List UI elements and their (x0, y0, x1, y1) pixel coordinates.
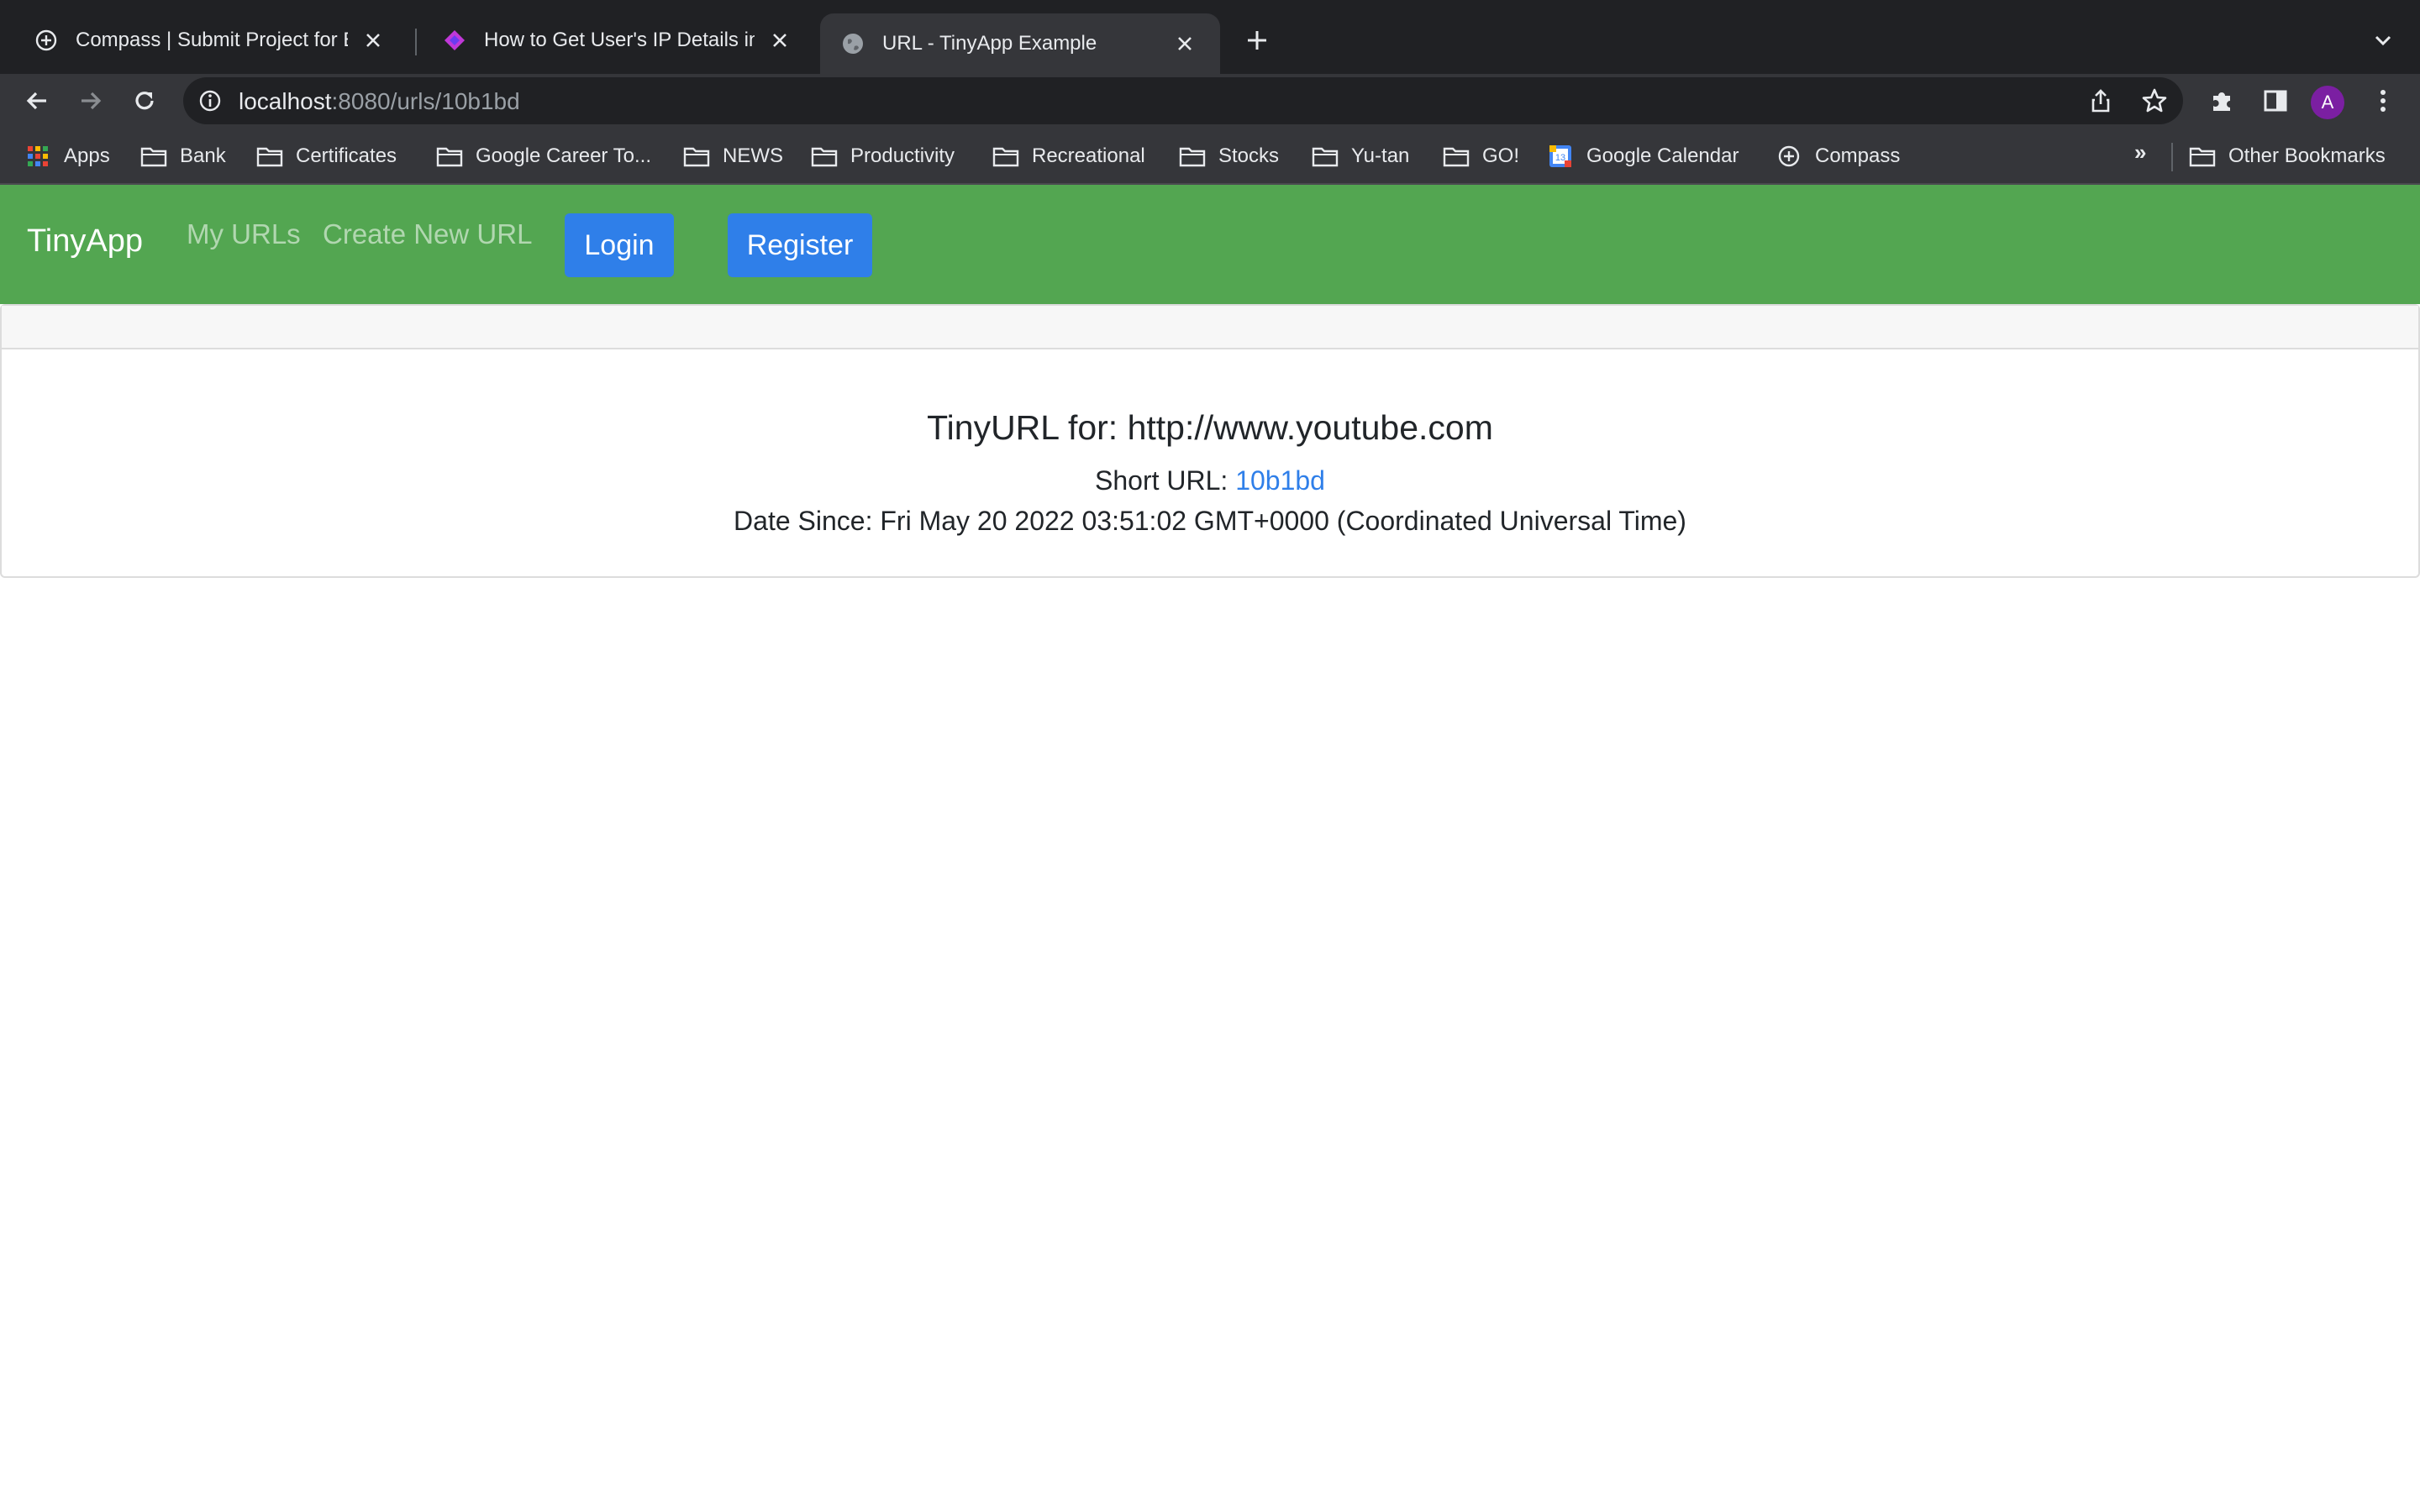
info-icon[interactable] (197, 87, 224, 114)
bookmark-folder-yu-tan[interactable]: Yu-tan (1311, 139, 1409, 173)
bookmark-compass[interactable]: Compass (1775, 139, 1900, 173)
page-viewport: TinyApp My URLs Create New URL Login Reg… (0, 185, 2420, 1512)
bookmark-label: Apps (64, 144, 110, 167)
bookmark-label: Google Career To... (476, 144, 652, 167)
side-panel-icon (2264, 90, 2287, 112)
card-header (2, 306, 2418, 349)
tab-title: How to Get User's IP Details in (484, 29, 755, 51)
bookmark-folder-recreational[interactable]: Recreational (992, 139, 1145, 173)
bookmark-label: Bank (180, 144, 226, 167)
reload-button[interactable] (126, 82, 163, 119)
date-since-label: Date Since: (734, 506, 881, 536)
nav-create-new-url-link[interactable]: Create New URL (323, 218, 532, 250)
folder-icon (810, 144, 839, 168)
bookmark-label: Compass (1815, 144, 1901, 167)
bookmark-apps[interactable]: Apps (24, 139, 110, 173)
bookmark-label: Productivity (850, 144, 955, 167)
bookmark-other-bookmarks[interactable]: Other Bookmarks (2188, 139, 2386, 173)
forward-button[interactable] (72, 82, 109, 119)
app-navbar: TinyApp My URLs Create New URL Login Reg… (0, 185, 2420, 304)
bookmark-folder-news[interactable]: NEWS (682, 139, 783, 173)
plus-icon (1248, 31, 1266, 50)
bookmark-label: Yu-tan (1351, 144, 1410, 167)
short-url-line: Short URL: 10b1bd (2, 460, 2418, 501)
compass-icon (34, 28, 59, 53)
tab-title: Compass | Submit Project for E (76, 29, 348, 51)
bookmark-folder-stocks[interactable]: Stocks (1178, 139, 1279, 173)
svg-text:13: 13 (1555, 153, 1565, 163)
folder-icon (992, 144, 1020, 168)
address-url[interactable]: localhost:8080/urls/10b1bd (239, 89, 520, 114)
url-card: TinyURL for: http://www.youtube.com Shor… (0, 304, 2420, 578)
folder-icon (139, 144, 168, 168)
dev-icon (442, 28, 467, 53)
bookmark-star-icon[interactable] (2139, 86, 2170, 116)
bookmark-label: Certificates (296, 144, 397, 167)
folder-icon (2188, 144, 2217, 168)
arrow-left-icon (26, 92, 46, 110)
url-host: localhost (239, 88, 332, 114)
folder-icon (1311, 144, 1339, 168)
folder-icon (435, 144, 464, 168)
brand-logo[interactable]: TinyApp (27, 223, 143, 260)
puzzle-icon (2213, 92, 2230, 111)
card-title: TinyURL for: http://www.youtube.com (927, 408, 1493, 447)
date-since-line: Date Since: Fri May 20 2022 03:51:02 GMT… (2, 501, 2418, 541)
close-icon[interactable] (765, 25, 795, 55)
folder-icon (682, 144, 711, 168)
url-path: :8080/urls/10b1bd (331, 88, 520, 114)
tab-ip-details[interactable]: How to Get User's IP Details in (422, 13, 815, 67)
bookmark-folder-google-career[interactable]: Google Career To... (435, 139, 651, 173)
calendar-icon: 13 (1546, 144, 1575, 168)
chevron-down-icon (2375, 35, 2391, 46)
bookmark-label: Stocks (1218, 144, 1280, 167)
bookmarks-bar: Apps Bank Certificates Google Career To.… (0, 128, 2420, 185)
extensions-button[interactable] (2203, 82, 2240, 119)
more-bookmarks-button[interactable]: » (2134, 139, 2146, 165)
close-icon[interactable] (358, 25, 388, 55)
folder-icon (255, 144, 284, 168)
compass-icon (1775, 144, 1803, 168)
tab-search-button[interactable] (2368, 25, 2398, 55)
browser-toolbar: localhost:8080/urls/10b1bd A (0, 74, 2420, 128)
folder-icon (1442, 144, 1470, 168)
kebab-menu-icon (2381, 90, 2386, 112)
tab-title: URL - TinyApp Example (882, 32, 1097, 55)
register-button[interactable]: Register (728, 213, 872, 277)
reload-icon (135, 92, 154, 110)
tab-tinyapp[interactable]: URL - TinyApp Example (820, 13, 1220, 74)
arrow-right-icon (82, 92, 102, 110)
bookmark-folder-certificates[interactable]: Certificates (255, 139, 397, 173)
bookmark-folder-bank[interactable]: Bank (139, 139, 226, 173)
bookmark-folder-productivity[interactable]: Productivity (810, 139, 955, 173)
login-button[interactable]: Login (565, 213, 674, 277)
bookmark-label: GO! (1482, 144, 1520, 167)
globe-icon (840, 31, 865, 56)
card-body: TinyURL for: http://www.youtube.com Shor… (2, 349, 2418, 541)
back-button[interactable] (18, 82, 55, 119)
short-url-label: Short URL: (1095, 465, 1236, 496)
bookmark-label: Other Bookmarks (2228, 144, 2386, 167)
date-since-value: Fri May 20 2022 03:51:02 GMT+0000 (Coord… (880, 506, 1686, 536)
bookmark-label: NEWS (723, 144, 783, 167)
tab-separator (415, 29, 417, 55)
browser-menu-button[interactable] (2365, 82, 2402, 119)
apps-grid-icon (24, 144, 52, 168)
browser-tab-strip: Compass | Submit Project for E How to Ge… (0, 0, 2420, 74)
bookmark-label: Recreational (1032, 144, 1145, 167)
bookmark-folder-go[interactable]: GO! (1442, 139, 1519, 173)
close-icon[interactable] (1170, 29, 1200, 59)
tab-compass[interactable]: Compass | Submit Project for E (13, 13, 408, 67)
bookmark-label: Google Calendar (1586, 144, 1739, 167)
short-url-link[interactable]: 10b1bd (1235, 465, 1325, 496)
share-icon[interactable] (2086, 86, 2116, 116)
new-tab-button[interactable] (1239, 22, 1276, 59)
address-bar[interactable]: localhost:8080/urls/10b1bd (183, 77, 2183, 124)
nav-my-urls-link[interactable]: My URLs (187, 218, 301, 250)
profile-avatar[interactable]: A (2311, 86, 2344, 119)
bookmark-google-calendar[interactable]: 13 Google Calendar (1546, 139, 1739, 173)
side-panel-button[interactable] (2257, 82, 2294, 119)
folder-icon (1178, 144, 1207, 168)
bookmarks-separator (2171, 143, 2173, 171)
